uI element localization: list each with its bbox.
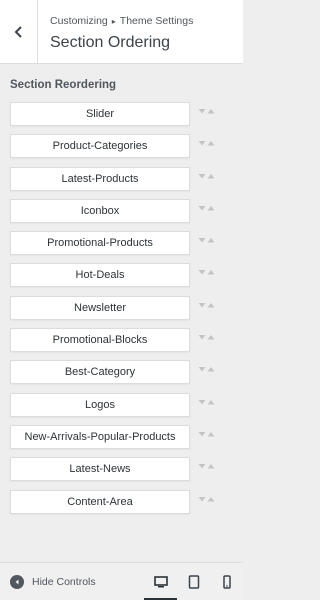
- triangle-up-icon[interactable]: [207, 398, 215, 406]
- triangle-up-icon[interactable]: [207, 268, 215, 276]
- desktop-icon: [153, 576, 168, 588]
- sortable-item[interactable]: Best-Category: [10, 360, 190, 385]
- triangle-up-icon[interactable]: [207, 301, 215, 309]
- section-row: Latest-Products: [10, 166, 235, 199]
- triangle-down-icon[interactable]: [198, 398, 206, 406]
- reorder-arrows[interactable]: [198, 107, 216, 117]
- arrow-left-circle-icon: [10, 575, 24, 589]
- section-row: Logos: [10, 392, 235, 425]
- section-row: Iconbox: [10, 198, 235, 231]
- sortable-item[interactable]: New-Arrivals-Popular-Products: [10, 424, 190, 449]
- tablet-preview-button[interactable]: [177, 563, 210, 600]
- triangle-down-icon[interactable]: [198, 430, 206, 438]
- sortable-item[interactable]: Promotional-Products: [10, 231, 190, 256]
- section-row: Hot-Deals: [10, 263, 235, 295]
- breadcrumb-root: Customizing: [50, 15, 108, 27]
- breadcrumb-parent: Theme Settings: [119, 15, 194, 27]
- sortable-item[interactable]: Iconbox: [10, 198, 190, 223]
- sortable-item[interactable]: Product-Categories: [10, 134, 190, 159]
- triangle-up-icon[interactable]: [207, 430, 215, 438]
- sortable-item[interactable]: Newsletter: [10, 295, 190, 320]
- section-row: Promotional-Blocks: [10, 328, 235, 360]
- tablet-icon: [188, 575, 199, 589]
- page-title: Section Ordering: [50, 34, 171, 51]
- triangle-up-icon[interactable]: [207, 204, 215, 212]
- section-row: Best-Category: [10, 360, 235, 392]
- mobile-icon: [222, 575, 231, 589]
- reorder-arrows[interactable]: [198, 495, 216, 505]
- triangle-down-icon[interactable]: [198, 172, 206, 180]
- back-button[interactable]: [0, 0, 38, 64]
- triangle-down-icon[interactable]: [198, 139, 206, 147]
- section-row: Slider: [10, 102, 235, 134]
- section-row: New-Arrivals-Popular-Products: [10, 424, 235, 457]
- triangle-down-icon[interactable]: [198, 333, 206, 341]
- triangle-up-icon[interactable]: [207, 139, 215, 147]
- section-row: Content-Area: [10, 489, 235, 522]
- reorder-arrows[interactable]: [198, 139, 216, 149]
- triangle-down-icon[interactable]: [198, 301, 206, 309]
- triangle-down-icon[interactable]: [198, 236, 206, 244]
- reorder-arrows[interactable]: [198, 236, 216, 246]
- triangle-up-icon[interactable]: [207, 365, 215, 373]
- triangle-down-icon[interactable]: [198, 204, 206, 212]
- reorder-arrows[interactable]: [198, 268, 216, 278]
- device-preview-switcher: [144, 563, 243, 600]
- triangle-up-icon[interactable]: [207, 107, 215, 115]
- reorder-arrows[interactable]: [198, 398, 216, 408]
- reorder-arrows[interactable]: [198, 430, 216, 440]
- triangle-down-icon[interactable]: [198, 495, 206, 503]
- breadcrumb-separator-icon: ▸: [111, 17, 116, 26]
- reorder-arrows[interactable]: [198, 301, 216, 311]
- breadcrumb: Customizing ▸ Theme Settings: [50, 15, 193, 27]
- reorder-arrows[interactable]: [198, 333, 216, 343]
- reorder-arrows[interactable]: [198, 462, 216, 472]
- sortable-item[interactable]: Content-Area: [10, 489, 190, 514]
- triangle-down-icon[interactable]: [198, 107, 206, 115]
- section-row: Newsletter: [10, 295, 235, 328]
- customizer-footer: Hide Controls: [0, 562, 243, 600]
- triangle-up-icon[interactable]: [207, 333, 215, 341]
- reorder-arrows[interactable]: [198, 204, 216, 214]
- section-row: Promotional-Products: [10, 231, 235, 263]
- sortable-section-list: Slider Product-Categories Latest-Products I…: [10, 102, 235, 522]
- hide-controls-label: Hide Controls: [32, 576, 96, 588]
- triangle-down-icon[interactable]: [198, 268, 206, 276]
- sortable-item[interactable]: Slider: [10, 102, 190, 126]
- sortable-item[interactable]: Hot-Deals: [10, 263, 190, 288]
- triangle-up-icon[interactable]: [207, 462, 215, 470]
- section-label: Section Reordering: [10, 79, 117, 91]
- triangle-up-icon[interactable]: [207, 495, 215, 503]
- triangle-down-icon[interactable]: [198, 365, 206, 373]
- sortable-item[interactable]: Latest-News: [10, 457, 190, 482]
- reorder-arrows[interactable]: [198, 365, 216, 375]
- customizer-header: Customizing ▸ Theme Settings Section Order…: [0, 0, 243, 64]
- chevron-left-icon: [14, 26, 22, 38]
- mobile-preview-button[interactable]: [210, 563, 243, 600]
- reorder-arrows[interactable]: [198, 172, 216, 182]
- sortable-item[interactable]: Latest-Products: [10, 166, 190, 191]
- triangle-down-icon[interactable]: [198, 462, 206, 470]
- triangle-up-icon[interactable]: [207, 236, 215, 244]
- triangle-up-icon[interactable]: [207, 172, 215, 180]
- sortable-item[interactable]: Logos: [10, 392, 190, 417]
- desktop-preview-button[interactable]: [144, 563, 177, 600]
- hide-controls-button[interactable]: Hide Controls: [10, 573, 96, 591]
- section-row: Product-Categories: [10, 134, 235, 166]
- sortable-item[interactable]: Promotional-Blocks: [10, 328, 190, 353]
- section-row: Latest-News: [10, 457, 235, 489]
